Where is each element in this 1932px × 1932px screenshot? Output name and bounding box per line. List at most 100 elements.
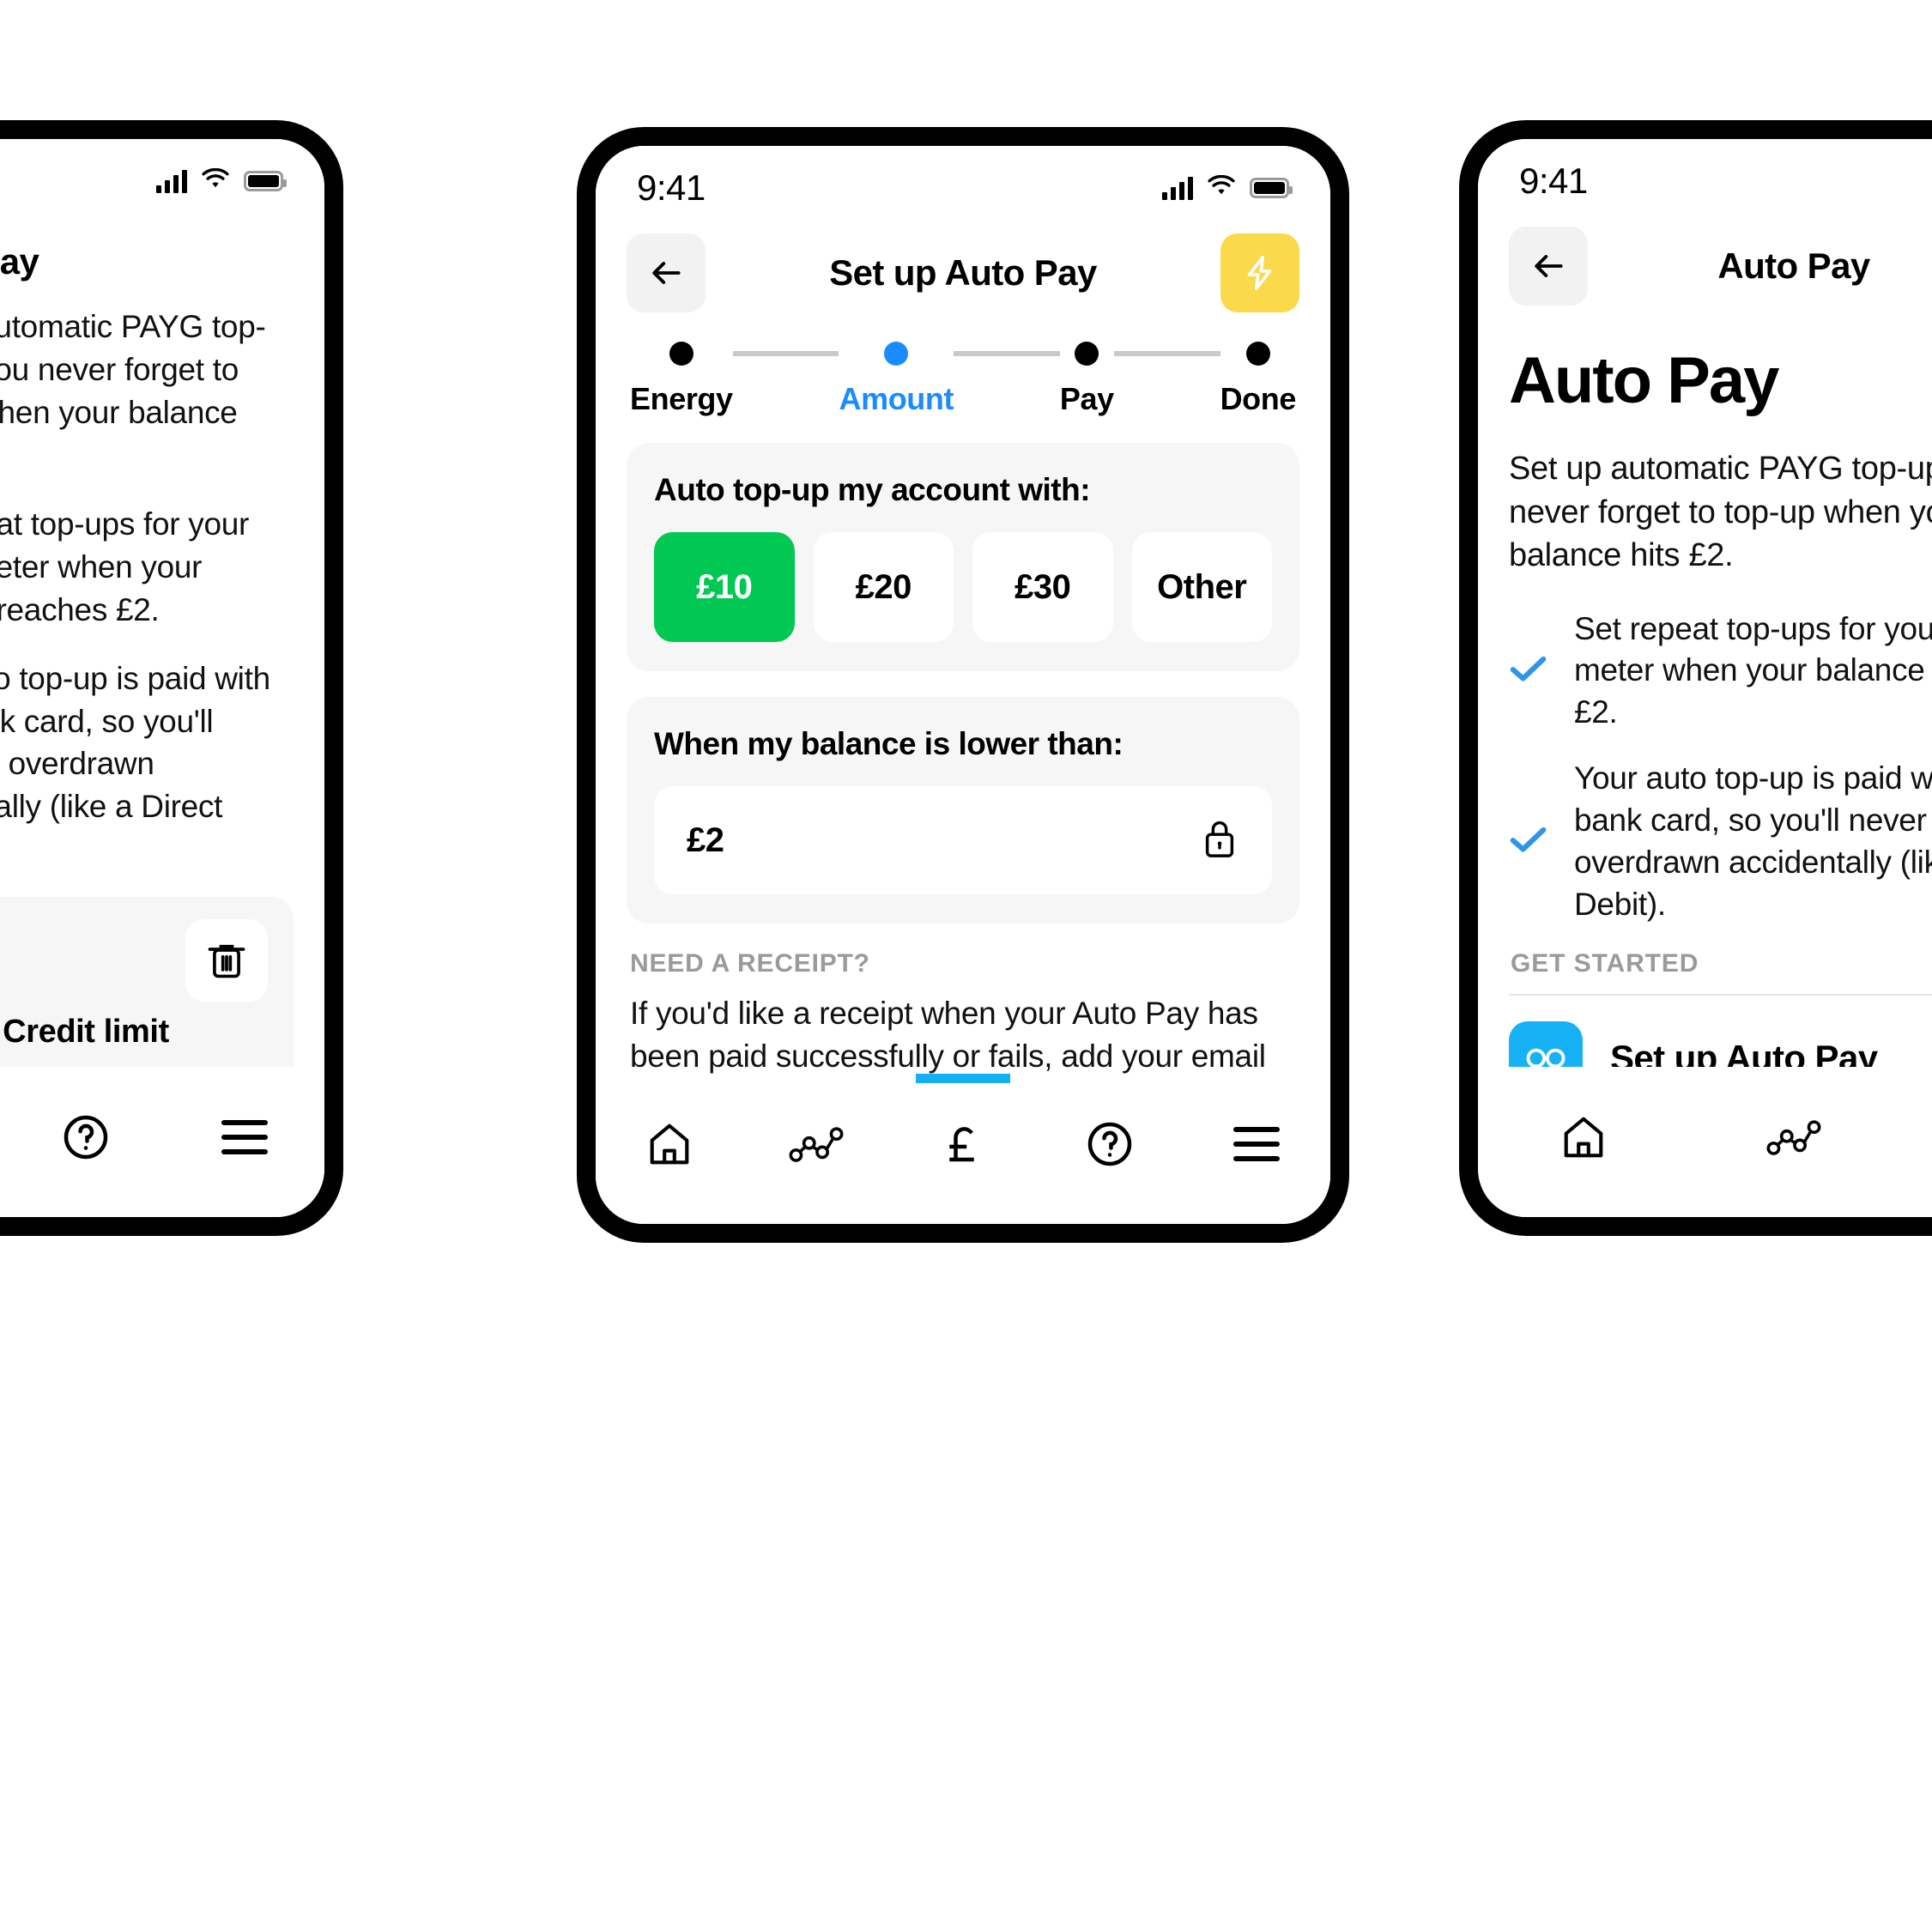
tab-menu[interactable]	[1184, 1074, 1330, 1191]
step-pay[interactable]: Pay	[1060, 342, 1114, 417]
home-icon	[1564, 1117, 1603, 1157]
boost-button[interactable]	[1220, 233, 1299, 312]
left-navbar: Auto Pay	[0, 211, 324, 306]
cellular-bars-icon	[156, 169, 187, 193]
step-dot	[1075, 342, 1099, 366]
active-tab-indicator	[916, 1074, 1010, 1083]
tab-pay[interactable]	[889, 1074, 1036, 1191]
right-status-time: 9:41	[1519, 160, 1588, 201]
lightning-bolt-icon	[1247, 255, 1272, 291]
right-hero-subtitle: Set up automatic PAYG top-ups so you nev…	[1509, 451, 1932, 574]
step-connector	[1113, 351, 1220, 356]
benefit-text: Set repeat top-ups for your PAYG meter w…	[1574, 610, 1932, 730]
step-label: Pay	[1059, 381, 1114, 416]
step-dot	[884, 342, 909, 366]
usage-chart-icon	[789, 1126, 844, 1162]
left-tab-bar	[0, 1067, 324, 1217]
receipt-body: If you'd like a receipt when your Auto P…	[630, 996, 1266, 1074]
topup-amount-card: Auto top-up my account with: £10 £20 £30…	[627, 443, 1299, 671]
screenshot-canvas: Auto Pay Set up automatic PAYG top-ups s…	[0, 0, 1932, 1932]
get-started-eyebrow: GET STARTED	[1511, 949, 1699, 978]
lock-icon	[1200, 815, 1239, 866]
benefit-text: Your auto top-up is paid with your bank …	[1574, 760, 1932, 922]
mid-status-time: 9:41	[637, 167, 706, 208]
tab-usage[interactable]	[1688, 1067, 1899, 1184]
benefit-item: Set repeat top-ups for your PAYG meter w…	[1509, 609, 1932, 734]
arrow-left-icon	[652, 262, 681, 284]
delete-autopay-button[interactable]	[185, 919, 268, 1002]
amount-option-10[interactable]: £10	[654, 532, 795, 642]
mid-screen: 9:41 Set up Auto Pay Energy Amount Pay D…	[596, 146, 1330, 1224]
tab-pay[interactable]	[1899, 1067, 1932, 1184]
left-status-icons	[156, 167, 287, 195]
tab-usage[interactable]	[742, 1074, 889, 1191]
amount-option-30[interactable]: £30	[972, 532, 1113, 642]
mid-navbar: Set up Auto Pay	[596, 218, 1330, 321]
question-icon	[1087, 1122, 1132, 1166]
left-page-title: Auto Pay	[0, 241, 39, 282]
phone-right: 9:41 Auto Pay Auto Pay Set up automatic …	[1459, 120, 1932, 1236]
right-screen: 9:41 Auto Pay Auto Pay Set up automatic …	[1478, 139, 1932, 1217]
phone-left: Auto Pay Set up automatic PAYG top-ups s…	[0, 120, 343, 1236]
check-icon	[1509, 653, 1548, 688]
step-label: Energy	[630, 381, 733, 416]
tab-help[interactable]	[6, 1067, 165, 1184]
wifi-icon	[201, 167, 230, 195]
wifi-icon	[1207, 174, 1236, 202]
left-paragraph-2: Set repeat top-ups for your PAYG meter w…	[0, 506, 250, 627]
mid-content: Energy Amount Pay Done Auto top-up my ac…	[596, 321, 1330, 1074]
right-tab-bar	[1478, 1067, 1932, 1217]
credit-limit-card: Credit limit £2.00	[0, 897, 294, 1067]
mid-page-title: Set up Auto Pay	[829, 252, 1097, 293]
left-paragraph-3: Your auto top-up is paid with your bank …	[0, 660, 270, 825]
pound-icon	[949, 1126, 974, 1161]
step-amount[interactable]: Amount	[839, 342, 954, 417]
balance-threshold-field[interactable]: £2	[654, 786, 1272, 894]
tab-help[interactable]	[1037, 1074, 1184, 1191]
receipt-eyebrow: NEED A RECEIPT?	[630, 949, 870, 978]
amount-option-other[interactable]: Other	[1131, 532, 1272, 642]
step-energy[interactable]: Energy	[630, 342, 733, 417]
step-dot	[1245, 342, 1270, 366]
question-icon	[64, 1115, 108, 1159]
benefit-item: Your auto top-up is paid with your bank …	[1509, 758, 1932, 925]
mid-status-icons	[1162, 174, 1293, 202]
tab-pay[interactable]	[0, 1067, 6, 1184]
right-hero-title: Auto Pay	[1509, 344, 1779, 417]
benefits-list: Set repeat top-ups for your PAYG meter w…	[1509, 609, 1932, 926]
credit-limit-label: Credit limit	[3, 1014, 169, 1051]
menu-icon	[221, 1119, 269, 1154]
step-connector	[954, 351, 1060, 356]
step-done[interactable]: Done	[1220, 342, 1296, 417]
infinity-icon	[1509, 1021, 1583, 1067]
home-icon	[650, 1123, 688, 1164]
right-status-bar: 9:41	[1478, 139, 1932, 211]
usage-chart-icon	[1766, 1119, 1821, 1155]
topup-amount-options: £10 £20 £30 Other	[654, 532, 1272, 642]
left-status-bar	[0, 139, 324, 211]
check-icon	[1509, 824, 1548, 859]
balance-threshold-value: £2	[687, 821, 724, 859]
setup-stepper: Energy Amount Pay Done	[630, 342, 1296, 417]
cellular-bars-icon	[1162, 176, 1193, 200]
setup-autopay-row[interactable]: Set up Auto Pay	[1509, 994, 1932, 1067]
step-label: Amount	[839, 381, 954, 416]
tab-home[interactable]	[596, 1074, 742, 1191]
step-connector	[732, 351, 839, 356]
right-page-title: Auto Pay	[1717, 245, 1870, 286]
back-button[interactable]	[1509, 227, 1588, 306]
balance-threshold-card: When my balance is lower than: £2	[627, 697, 1299, 924]
step-dot	[669, 342, 693, 366]
setup-autopay-label: Set up Auto Pay	[1610, 1038, 1878, 1067]
balance-threshold-title: When my balance is lower than:	[654, 726, 1123, 761]
battery-icon	[1250, 178, 1293, 198]
right-navbar: Auto Pay	[1478, 211, 1932, 314]
right-content: Auto Pay Set up automatic PAYG top-ups s…	[1478, 314, 1932, 1067]
topup-amount-title: Auto top-up my account with:	[654, 472, 1091, 507]
amount-option-20[interactable]: £20	[813, 532, 954, 642]
tab-menu[interactable]	[166, 1067, 324, 1184]
mid-tab-bar	[596, 1074, 1330, 1224]
left-content: Set up automatic PAYG top-ups so you nev…	[0, 306, 324, 1067]
back-button[interactable]	[627, 233, 706, 312]
tab-home[interactable]	[1478, 1067, 1688, 1184]
